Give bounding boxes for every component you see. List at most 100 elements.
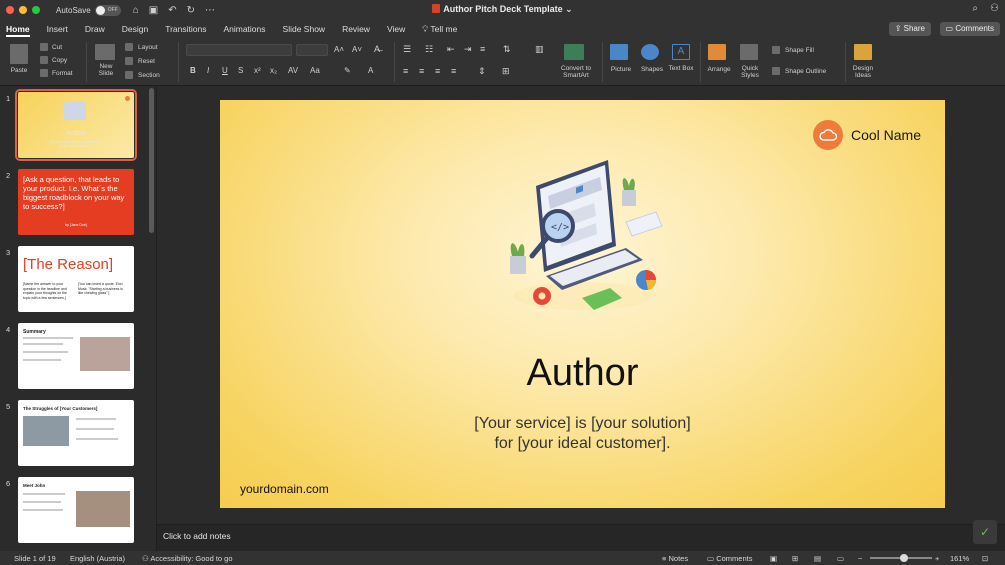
shapes-label[interactable]: Shapes xyxy=(638,66,666,73)
autosave-toggle[interactable]: OFF xyxy=(94,4,121,16)
section-label[interactable]: Section xyxy=(138,72,160,79)
reset-icon[interactable] xyxy=(125,57,133,65)
smartart-icon[interactable] xyxy=(564,44,584,60)
language-indicator[interactable]: English (Austria) xyxy=(70,554,125,563)
tab-home[interactable]: Home xyxy=(0,20,36,38)
notes-toggle[interactable]: ≡ Notes xyxy=(662,554,688,563)
align-left-icon[interactable]: ≡ xyxy=(403,66,408,76)
strikethrough-icon[interactable]: S xyxy=(238,66,243,75)
character-spacing-icon[interactable]: AV xyxy=(288,66,298,75)
format-painter-icon[interactable] xyxy=(40,69,48,77)
paste-label[interactable]: Paste xyxy=(6,67,32,74)
account-icon[interactable]: ⚇ xyxy=(990,3,999,14)
more-icon[interactable]: ⋯ xyxy=(205,5,215,16)
text-direction-icon[interactable]: ⇅ xyxy=(503,44,511,55)
shape-outline-icon[interactable] xyxy=(772,67,780,75)
arrange-icon[interactable] xyxy=(708,44,726,60)
shape-fill-icon[interactable] xyxy=(772,46,780,54)
copy-label[interactable]: Copy xyxy=(52,57,67,64)
design-ideas-label[interactable]: Design Ideas xyxy=(848,65,878,79)
align-right-icon[interactable]: ≡ xyxy=(435,66,440,76)
zoom-out-icon[interactable]: − xyxy=(858,554,862,563)
reset-label[interactable]: Reset xyxy=(138,58,155,65)
increase-font-icon[interactable]: A˄ xyxy=(334,45,344,54)
maximize-window-button[interactable] xyxy=(32,6,40,14)
slide-thumbnail-2[interactable]: [Ask a question, that leads to your prod… xyxy=(18,169,134,235)
tab-insert[interactable]: Insert xyxy=(41,20,74,38)
design-ideas-icon[interactable] xyxy=(854,44,872,60)
chevron-down-icon[interactable]: ⌄ xyxy=(565,4,573,14)
tab-review[interactable]: Review xyxy=(336,20,376,38)
text-box-icon[interactable]: A xyxy=(672,44,690,60)
slideshow-icon[interactable]: ▭ xyxy=(837,554,844,563)
tab-draw[interactable]: Draw xyxy=(79,20,111,38)
layout-label[interactable]: Layout xyxy=(138,44,158,51)
comments-button[interactable]: ▭ Comments xyxy=(939,22,1000,36)
redo-icon[interactable]: ↻ xyxy=(187,5,195,16)
decrease-font-icon[interactable]: A˅ xyxy=(352,45,362,54)
justify-icon[interactable]: ≡ xyxy=(451,66,456,76)
text-box-label[interactable]: Text Box xyxy=(668,65,694,72)
increase-indent-icon[interactable]: ⇥ xyxy=(464,44,472,55)
brand-logo[interactable]: Cool Name xyxy=(812,120,921,150)
superscript-icon[interactable]: x² xyxy=(254,66,261,75)
home-icon[interactable]: ⌂ xyxy=(133,5,139,16)
tab-design[interactable]: Design xyxy=(116,20,154,38)
shapes-icon[interactable] xyxy=(641,44,659,60)
slide-thumbnail-4[interactable]: Summary xyxy=(18,323,134,389)
bullets-icon[interactable]: ☰ xyxy=(403,44,411,55)
slide-thumbnail-3[interactable]: [The Reason] [Name the answer to your qu… xyxy=(18,246,134,312)
convert-smartart-label[interactable]: Convert to SmartArt xyxy=(556,65,596,79)
copy-icon[interactable] xyxy=(40,56,48,64)
slide-subtitle[interactable]: [Your service] is [your solution] for [y… xyxy=(220,414,945,454)
minimize-window-button[interactable] xyxy=(19,6,27,14)
cut-label[interactable]: Cut xyxy=(52,44,62,51)
search-icon[interactable]: ⌕ xyxy=(972,3,978,14)
highlight-icon[interactable]: ✎ xyxy=(344,66,351,75)
slide-thumbnail-1[interactable]: Author [Your service] is [your solution]… xyxy=(15,89,137,161)
zoom-level[interactable]: 161% xyxy=(950,554,969,563)
slide-thumbnail-pane[interactable]: 1 Author [Your service] is [your solutio… xyxy=(0,86,157,551)
shape-outline-label[interactable]: Shape Outline xyxy=(785,68,826,75)
new-slide-label[interactable]: New Slide xyxy=(93,63,119,77)
slide-thumbnail-6[interactable]: Meet John xyxy=(18,477,134,543)
subscript-icon[interactable]: x₂ xyxy=(270,66,277,75)
normal-view-icon[interactable]: ▣ xyxy=(770,554,777,563)
zoom-slider-handle[interactable] xyxy=(900,554,908,562)
tab-slide-show[interactable]: Slide Show xyxy=(277,20,332,38)
arrange-label[interactable]: Arrange xyxy=(704,66,734,73)
close-window-button[interactable] xyxy=(6,6,14,14)
underline-icon[interactable]: U xyxy=(222,66,228,75)
slide-title[interactable]: Author xyxy=(220,352,945,395)
slide-editing-area[interactable]: Cool Name </> Author [Your service] is [… xyxy=(157,86,1005,524)
layout-icon[interactable] xyxy=(125,43,133,51)
slide-thumbnail-5[interactable]: The Struggles of [Your Customers] xyxy=(18,400,134,466)
cut-icon[interactable] xyxy=(40,43,48,51)
share-button[interactable]: ⇪ Share xyxy=(888,22,931,36)
paste-icon[interactable] xyxy=(10,44,28,64)
font-color-icon[interactable]: A xyxy=(368,66,373,75)
undo-icon[interactable]: ↶ xyxy=(168,5,176,16)
italic-icon[interactable]: I xyxy=(207,66,209,75)
current-slide[interactable]: Cool Name </> Author [Your service] is [… xyxy=(220,100,945,508)
change-case-icon[interactable]: Aa xyxy=(310,66,320,75)
picture-label[interactable]: Picture xyxy=(606,66,636,73)
new-slide-icon[interactable] xyxy=(95,44,115,60)
zoom-in-icon[interactable]: + xyxy=(935,554,939,563)
numbering-icon[interactable]: ☷ xyxy=(425,44,433,55)
fit-to-window-icon[interactable]: ⊡ xyxy=(982,554,988,563)
columns-icon[interactable]: ▥ xyxy=(535,44,544,55)
font-size-select[interactable] xyxy=(296,44,328,56)
shape-fill-label[interactable]: Shape Fill xyxy=(785,47,814,54)
slide-domain[interactable]: yourdomain.com xyxy=(240,482,329,496)
reading-view-icon[interactable]: ▤ xyxy=(814,554,821,563)
tell-me[interactable]: 💡︎ Tell me xyxy=(416,20,463,38)
format-label[interactable]: Format xyxy=(52,70,73,77)
checkmark-button[interactable]: ✓ xyxy=(973,520,997,544)
smart-art-grid-icon[interactable]: ⊞ xyxy=(502,66,510,77)
comments-toggle[interactable]: ▭ Comments xyxy=(707,554,752,563)
align-center-icon[interactable]: ≡ xyxy=(419,66,424,76)
tab-view[interactable]: View xyxy=(381,20,411,38)
clear-format-icon[interactable]: A̶ xyxy=(374,44,380,54)
align-text-icon[interactable]: ⇕ xyxy=(478,66,486,77)
